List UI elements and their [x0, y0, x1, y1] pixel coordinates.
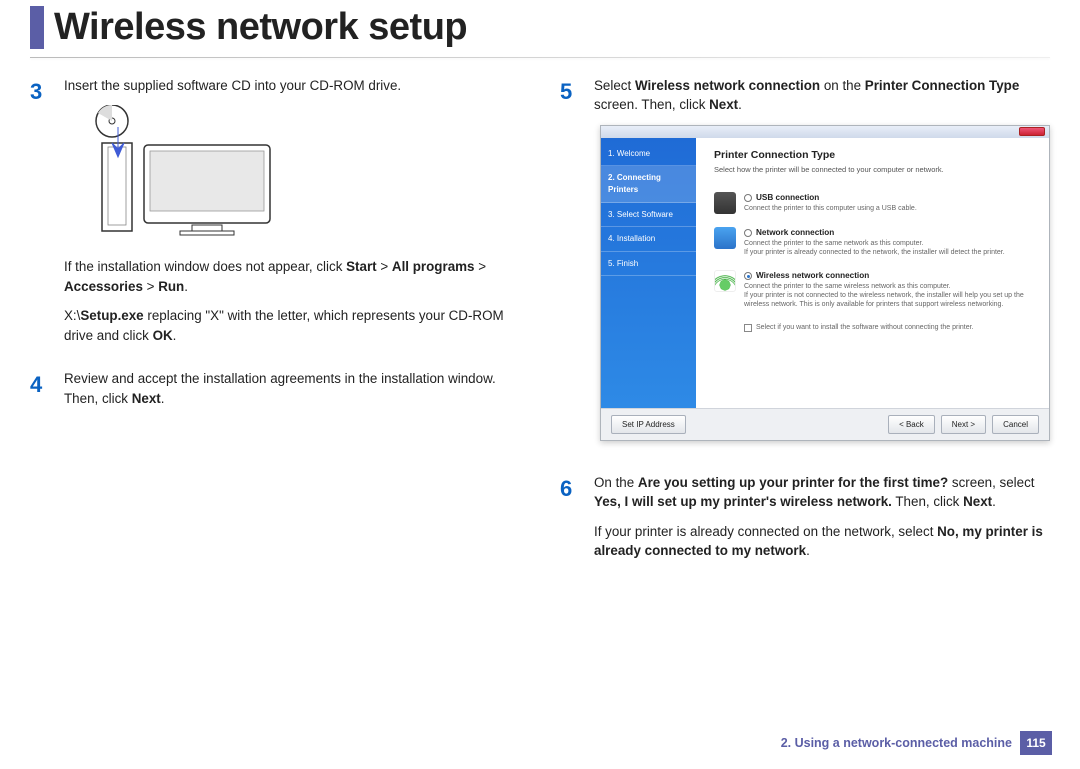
option-wireless: Wireless network connection Connect the … — [714, 270, 1031, 309]
network-icon — [714, 227, 736, 249]
dialog-body: 1. Welcome 2. Connecting Printers 3. Sel… — [601, 138, 1049, 408]
step-body: Select Wireless network connection on th… — [594, 76, 1050, 459]
cancel-button: Cancel — [992, 415, 1039, 435]
dialog-subheading: Select how the printer will be connected… — [714, 165, 1031, 176]
step-5: 5 Select Wireless network connection on … — [560, 76, 1050, 459]
left-column: 3 Insert the supplied software CD into y… — [30, 76, 520, 585]
back-button: < Back — [888, 415, 935, 435]
installer-dialog: 1. Welcome 2. Connecting Printers 3. Sel… — [600, 125, 1050, 441]
step-body: Review and accept the installation agree… — [64, 369, 520, 418]
step-6-line2: If your printer is already connected on … — [594, 522, 1050, 561]
next-button: Next > — [941, 415, 986, 435]
dialog-titlebar — [601, 126, 1049, 138]
set-ip-button: Set IP Address — [611, 415, 686, 435]
step-3-line2: If the installation window does not appe… — [64, 257, 520, 296]
step-3-line3: X:\Setup.exe replacing "X" with the lett… — [64, 306, 520, 345]
option-network-title: Network connection — [744, 227, 1031, 239]
option-wireless-title: Wireless network connection — [744, 270, 1031, 282]
dialog-heading: Printer Connection Type — [714, 148, 1031, 163]
sidebar-item-welcome: 1. Welcome — [601, 142, 696, 167]
step-6-line1: On the Are you setting up your printer f… — [594, 473, 1050, 512]
page: Wireless network setup 3 Insert the supp… — [0, 6, 1080, 769]
step-4: 4 Review and accept the installation agr… — [30, 369, 520, 418]
radio-selected-icon — [744, 272, 752, 280]
content-columns: 3 Insert the supplied software CD into y… — [30, 76, 1050, 585]
dialog-sidebar: 1. Welcome 2. Connecting Printers 3. Sel… — [601, 138, 696, 408]
step-number: 4 — [30, 369, 50, 418]
option-network: Network connection Connect the printer t… — [714, 227, 1031, 257]
sidebar-item-select: 3. Select Software — [601, 203, 696, 228]
step-body: On the Are you setting up your printer f… — [594, 473, 1050, 571]
checkbox-icon — [744, 324, 752, 332]
step-5-text: Select Wireless network connection on th… — [594, 76, 1050, 115]
step-6: 6 On the Are you setting up your printer… — [560, 473, 1050, 571]
right-column: 5 Select Wireless network connection on … — [560, 76, 1050, 585]
radio-icon — [744, 194, 752, 202]
dialog-footer: Set IP Address < Back Next > Cancel — [601, 408, 1049, 440]
close-icon — [1019, 127, 1045, 136]
step-number: 5 — [560, 76, 580, 459]
page-title: Wireless network setup — [54, 6, 1050, 49]
option-wireless-desc: Connect the printer to the same wireless… — [744, 283, 1031, 309]
step-number: 6 — [560, 473, 580, 571]
footer-chapter: 2. Using a network-connected machine — [781, 736, 1012, 750]
cd-computer-illustration — [82, 105, 312, 245]
sidebar-item-install: 4. Installation — [601, 227, 696, 252]
option-usb-title: USB connection — [744, 192, 1031, 204]
dialog-main: Printer Connection Type Select how the p… — [696, 138, 1049, 408]
step-number: 3 — [30, 76, 50, 355]
option-usb: USB connection Connect the printer to th… — [714, 192, 1031, 214]
usb-icon — [714, 192, 736, 214]
step-4-text: Review and accept the installation agree… — [64, 369, 520, 408]
option-network-desc: Connect the printer to the same network … — [744, 240, 1031, 258]
radio-icon — [744, 229, 752, 237]
page-header: Wireless network setup — [30, 6, 1050, 49]
page-number: 115 — [1020, 731, 1052, 755]
step-3: 3 Insert the supplied software CD into y… — [30, 76, 520, 355]
step-body: Insert the supplied software CD into you… — [64, 76, 520, 355]
header-divider — [30, 57, 1050, 58]
sidebar-item-connecting: 2. Connecting Printers — [601, 166, 696, 202]
page-footer: 2. Using a network-connected machine 115 — [781, 731, 1052, 755]
install-without-connect-row: Select if you want to install the softwa… — [744, 323, 1031, 333]
option-usb-desc: Connect the printer to this computer usi… — [744, 205, 1031, 214]
sidebar-item-finish: 5. Finish — [601, 252, 696, 277]
wifi-icon — [714, 270, 736, 292]
step-3-line1: Insert the supplied software CD into you… — [64, 76, 520, 95]
